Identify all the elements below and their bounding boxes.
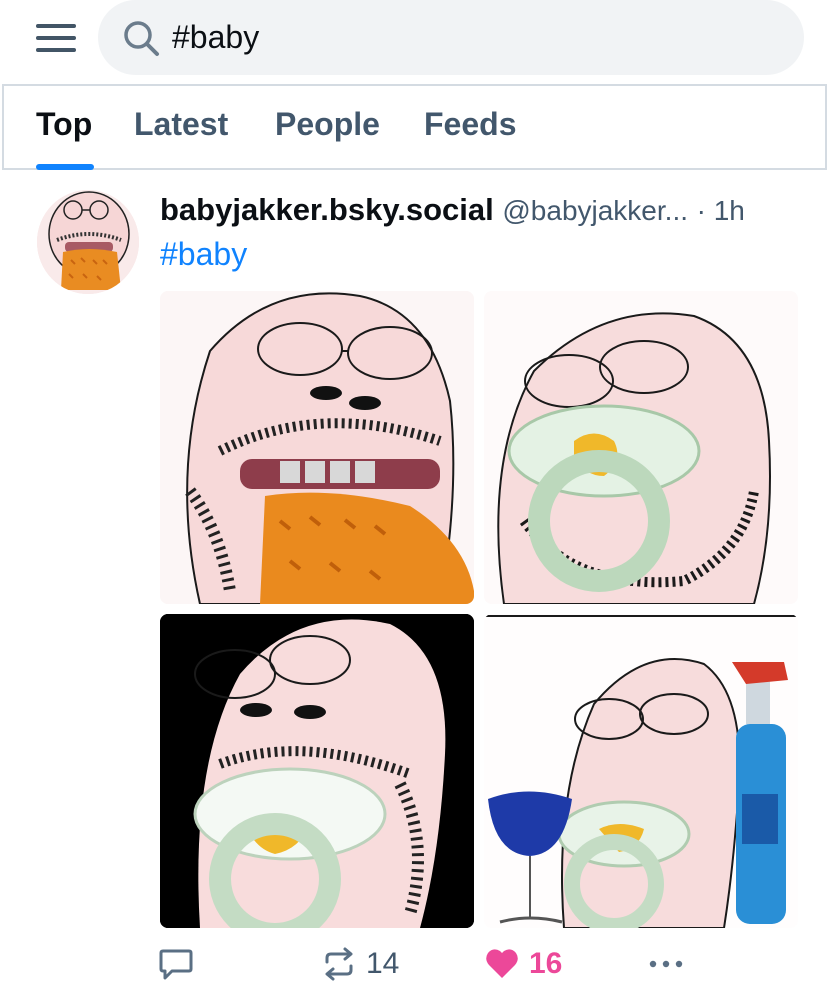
- search-input[interactable]: [172, 14, 772, 60]
- repost-count: 14: [366, 947, 400, 980]
- tab-latest[interactable]: Latest: [134, 106, 228, 143]
- menu-icon-line: [36, 24, 76, 28]
- search-tabs: Top Latest People Feeds: [2, 84, 827, 170]
- tab-people[interactable]: People: [275, 106, 380, 143]
- search-bar[interactable]: [98, 0, 804, 75]
- post-image-2[interactable]: [484, 291, 798, 604]
- like-count: 16: [529, 947, 563, 980]
- avatar[interactable]: [37, 190, 139, 294]
- post-time[interactable]: · 1h: [697, 195, 745, 226]
- search-icon: [124, 21, 159, 56]
- repost-icon: [325, 947, 353, 981]
- active-tab-indicator: [36, 164, 94, 170]
- tab-feeds[interactable]: Feeds: [424, 106, 516, 143]
- post-image-1[interactable]: [160, 291, 474, 604]
- menu-icon-line: [36, 48, 76, 52]
- more-icon: [649, 960, 683, 968]
- reply-button[interactable]: [158, 944, 194, 984]
- heart-icon: [486, 949, 518, 978]
- menu-icon-line: [36, 36, 76, 40]
- handle[interactable]: @babyjakker...: [502, 195, 688, 226]
- more-options-button[interactable]: [648, 944, 684, 984]
- post-image-4[interactable]: [484, 614, 798, 928]
- repost-button[interactable]: 14: [322, 944, 399, 984]
- post-hashtag[interactable]: #baby: [160, 236, 247, 273]
- reply-icon: [159, 949, 193, 980]
- display-name[interactable]: babyjakker.bsky.social: [160, 192, 494, 227]
- like-button[interactable]: 16: [485, 944, 562, 984]
- post-image-3[interactable]: [160, 614, 474, 928]
- post-header: babyjakker.bsky.social @babyjakker... · …: [160, 192, 810, 232]
- tab-top[interactable]: Top: [36, 106, 92, 143]
- menu-button[interactable]: [34, 22, 78, 54]
